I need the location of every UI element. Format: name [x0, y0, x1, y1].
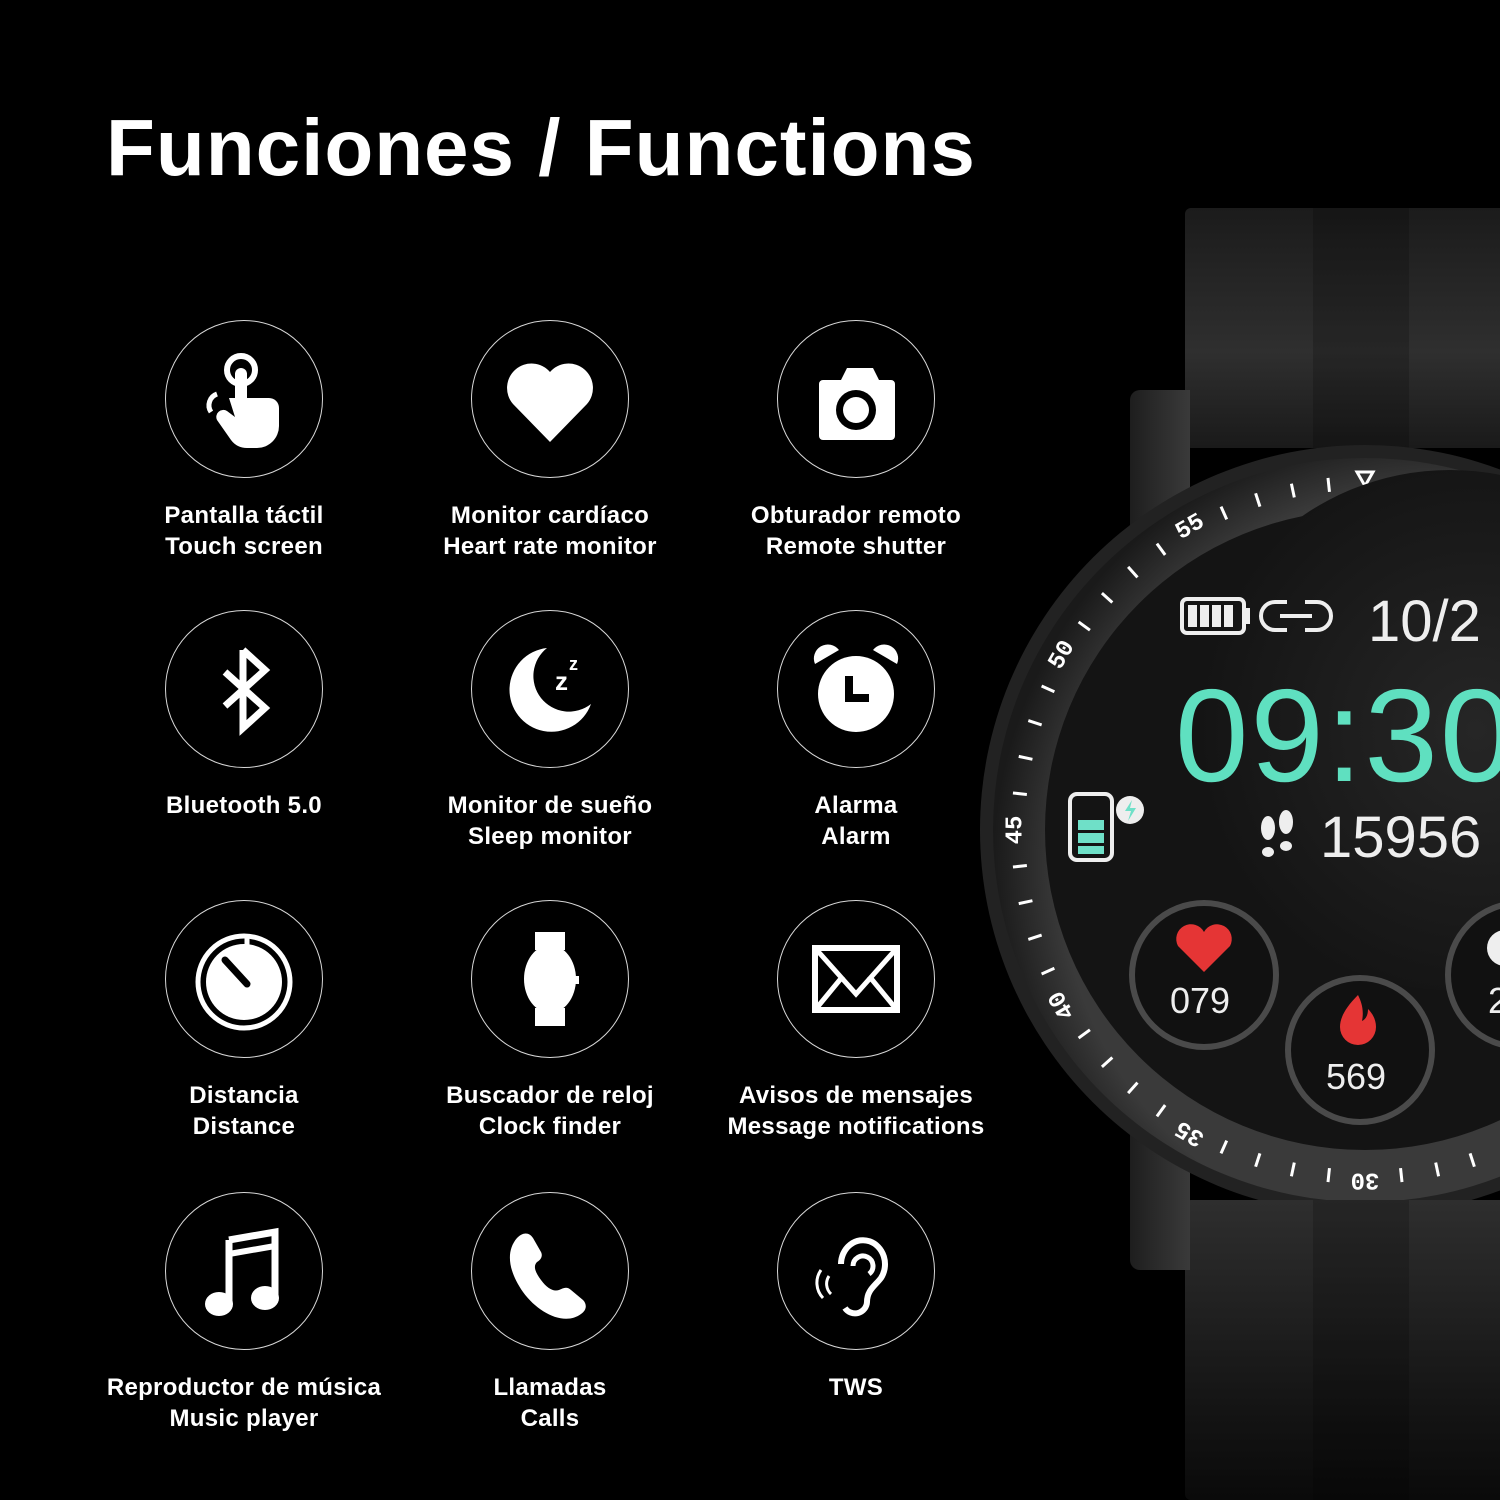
svg-text:z: z: [555, 666, 568, 696]
feature-item: Pantalla táctil Touch screen: [84, 320, 404, 562]
heart-icon: [507, 363, 593, 442]
watch-band-bottom: [1185, 1200, 1500, 1500]
page-title: Funciones / Functions: [106, 103, 976, 192]
feature-label-es: Bluetooth 5.0: [166, 792, 322, 819]
feature-label-es: Buscador de reloj: [446, 1082, 654, 1109]
feature-label-es: Avisos de mensajes: [739, 1082, 973, 1109]
feature-item: Llamadas Calls: [390, 1192, 710, 1434]
svg-text:z: z: [569, 654, 578, 674]
feature-label-es: Monitor de sueño: [447, 792, 653, 819]
time-readout: 09:30: [1175, 662, 1500, 809]
icon-circle: [777, 610, 935, 768]
icon-circle: [471, 320, 629, 478]
music-note-icon: [205, 1227, 279, 1316]
icon-circle: [165, 610, 323, 768]
feature-label: Llamadas Calls: [390, 1372, 710, 1434]
camera-icon: [819, 368, 895, 440]
calories-value: 569: [1326, 1056, 1387, 1097]
feature-label: Monitor cardíaco Heart rate monitor: [390, 500, 710, 562]
icon-circle: [777, 900, 935, 1058]
icon-circle: [471, 1192, 629, 1350]
phone-battery-icon: [1068, 792, 1144, 862]
feature-item: TWS: [696, 1192, 1016, 1403]
feature-label-en: Sleep monitor: [468, 823, 632, 850]
feature-label-es: Distancia: [189, 1082, 299, 1109]
third-widget-value: 2: [1488, 980, 1500, 1021]
feature-label: Monitor de sueño Sleep monitor: [390, 790, 710, 852]
feature-label-en: Music player: [169, 1405, 319, 1432]
icon-circle: [471, 900, 629, 1058]
bluetooth-icon: [222, 647, 271, 736]
icon-circle: [165, 900, 323, 1058]
sleep-moon-icon: zz: [509, 648, 591, 732]
feature-item: Buscador de reloj Clock finder: [390, 900, 710, 1142]
feature-item: z z Monitor de sueño Sleep monitor: [390, 610, 710, 852]
feature-item: Obturador remoto Remote shutter: [696, 320, 1016, 562]
feature-label-en: Distance: [192, 1113, 296, 1140]
footsteps-icon: [1261, 810, 1293, 857]
feature-label-en: Remote shutter: [765, 533, 947, 560]
feature-label-es: Pantalla táctil: [164, 502, 324, 529]
feature-label-en: Alarm: [821, 823, 891, 850]
feature-label-es: Llamadas: [493, 1374, 607, 1401]
feature-label-es: Alarma: [814, 792, 898, 819]
feature-label-es: Reproductor de música: [106, 1374, 382, 1401]
feature-label-es: Obturador remoto: [750, 502, 962, 529]
icon-circle: [165, 1192, 323, 1350]
link-icon: [1259, 600, 1333, 632]
feature-label: Bluetooth 5.0: [84, 790, 404, 821]
stopwatch-icon: [195, 933, 293, 1031]
feature-label-en: Calls: [520, 1405, 580, 1432]
step-count: 15956: [1320, 805, 1482, 870]
feature-label: TWS: [696, 1372, 1016, 1403]
feature-label-es: Monitor cardíaco: [450, 502, 650, 529]
feature-label-es: TWS: [828, 1374, 884, 1401]
feature-item: Monitor cardíaco Heart rate monitor: [390, 320, 710, 562]
feature-label: Alarma Alarm: [696, 790, 1016, 852]
touch-icon: [206, 353, 279, 448]
feature-item: Reproductor de música Music player: [84, 1192, 404, 1434]
feature-item: Bluetooth 5.0: [84, 610, 404, 821]
date-readout: 10/2: [1368, 589, 1481, 654]
smartwatch-image: 30 35 40 45 50 55 10/2 09:30 15956 079 5…: [980, 200, 1500, 1500]
feature-label: Obturador remoto Remote shutter: [696, 500, 1016, 562]
feature-item: Alarma Alarm: [696, 610, 1016, 852]
feature-label-en: Touch screen: [165, 533, 323, 560]
feature-label: Distancia Distance: [84, 1080, 404, 1142]
feature-item: Distancia Distance: [84, 900, 404, 1142]
feature-label: Pantalla táctil Touch screen: [84, 500, 404, 562]
ear-icon: [815, 1237, 888, 1317]
feature-label-en: Clock finder: [478, 1113, 622, 1140]
phone-icon: [509, 1233, 586, 1319]
battery-icon: [1180, 597, 1250, 635]
icon-circle: [777, 320, 935, 478]
alarm-clock-icon: [813, 644, 899, 732]
icon-circle: [777, 1192, 935, 1350]
feature-label-en: Heart rate monitor: [443, 533, 657, 560]
icon-circle: [165, 320, 323, 478]
heart-rate-widget: [1129, 900, 1279, 1050]
feature-label: Avisos de mensajes Message notifications: [696, 1080, 1016, 1142]
icon-circle: zz: [471, 610, 629, 768]
heart-rate-value: 079: [1170, 980, 1231, 1021]
envelope-icon: [812, 945, 900, 1013]
third-widget: [1445, 902, 1500, 1048]
feature-label-en: Message notifications: [727, 1113, 985, 1140]
feature-label: Reproductor de música Music player: [84, 1372, 404, 1434]
feature-label: Buscador de reloj Clock finder: [390, 1080, 710, 1142]
feature-item: Avisos de mensajes Message notifications: [696, 900, 1016, 1142]
watch-icon: [524, 932, 579, 1026]
